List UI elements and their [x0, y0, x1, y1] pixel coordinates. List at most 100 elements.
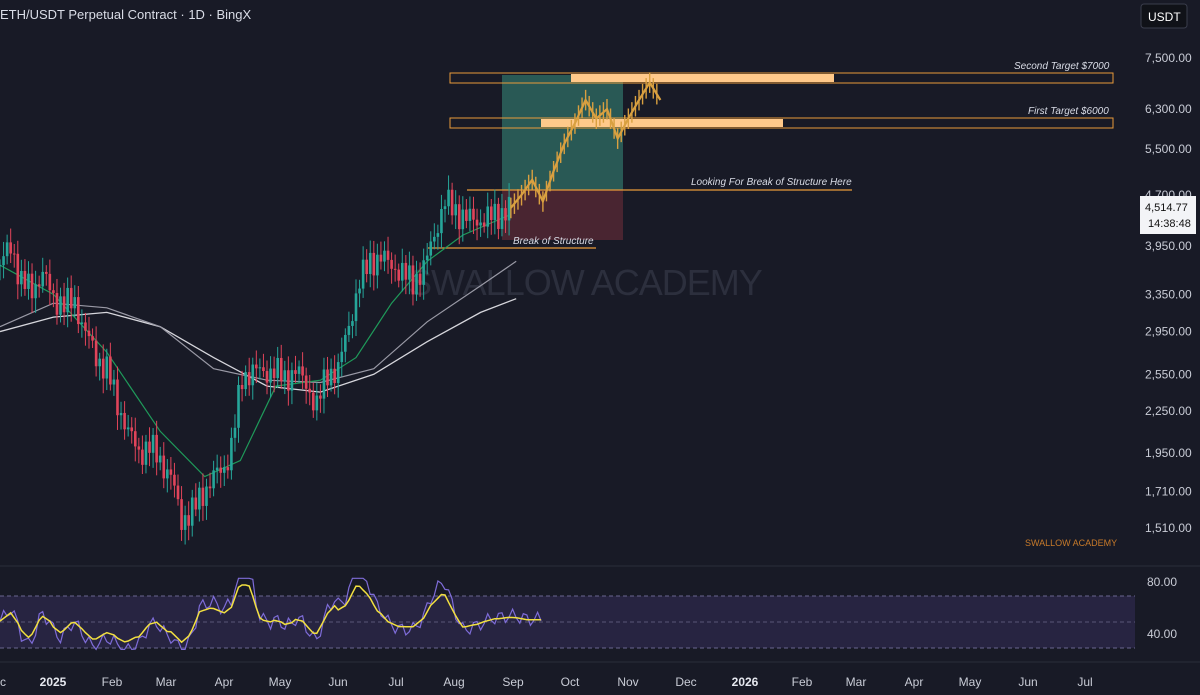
candle-body	[141, 449, 144, 465]
candle-body	[251, 364, 255, 386]
price-tick-label: 3,350.00	[1145, 287, 1192, 301]
candle-body	[422, 260, 425, 285]
time-tick-label: Oct	[561, 675, 580, 689]
candle-body	[247, 372, 251, 386]
candle-body	[133, 431, 137, 447]
candle-body	[326, 369, 329, 386]
candle-body	[500, 208, 504, 229]
candle-body	[504, 208, 507, 221]
candle-body	[240, 384, 244, 390]
candle-body	[169, 469, 173, 475]
time-tick-label: Jun	[1018, 675, 1037, 689]
candle-body	[30, 273, 34, 299]
candle-body	[457, 204, 461, 230]
candle-body	[365, 259, 368, 275]
time-tick-label: Jul	[388, 675, 403, 689]
candle-body	[297, 366, 301, 374]
candle-body	[34, 284, 37, 299]
candle-body	[9, 242, 12, 254]
candle-body	[308, 388, 312, 393]
candle-body	[383, 250, 386, 262]
candle-body	[479, 222, 482, 226]
price-tick-label: 2,250.00	[1145, 404, 1192, 418]
candle-body	[27, 273, 30, 289]
candle-body	[404, 262, 408, 280]
candle-body	[84, 322, 87, 331]
candle-body	[486, 206, 490, 227]
candle-body	[443, 206, 447, 210]
candle-body	[208, 486, 212, 489]
candle-body	[151, 434, 155, 453]
candle-body	[190, 497, 194, 526]
candle-body	[315, 395, 319, 411]
candle-body	[386, 250, 390, 260]
time-tick-label: Jul	[1077, 675, 1092, 689]
candle-body	[119, 412, 123, 416]
candle-body	[347, 325, 351, 335]
candle-body	[450, 189, 454, 216]
candle-body	[433, 236, 436, 242]
candle-body	[180, 499, 183, 530]
candle-body	[41, 271, 45, 287]
candle-body	[468, 208, 472, 221]
candle-body	[20, 270, 23, 285]
candle-body	[2, 256, 5, 266]
candle-body	[465, 209, 468, 221]
candle-body	[262, 367, 265, 372]
rsi-label-40: 40.00	[1147, 627, 1177, 641]
time-tick-label: Jun	[328, 675, 347, 689]
candle-body	[322, 369, 326, 399]
candle-body	[173, 474, 176, 486]
candle-body	[376, 254, 379, 276]
candle-body	[166, 469, 169, 479]
time-tick-label: May	[959, 675, 982, 689]
candle-body	[0, 265, 2, 267]
time-tick-label: Feb	[102, 675, 123, 689]
candle-body	[472, 208, 475, 220]
candle-body	[201, 487, 205, 506]
price-tick-label: 2,550.00	[1145, 367, 1192, 381]
candle-body	[429, 241, 433, 256]
candle-body	[393, 268, 397, 270]
candle-body	[48, 273, 52, 291]
time-tick-label: Feb	[792, 675, 813, 689]
candle-body	[344, 334, 347, 352]
candle-body	[162, 455, 166, 479]
bos-label: Break of Structure	[513, 236, 594, 247]
time-tick-label: Apr	[215, 675, 234, 689]
candle-body	[215, 467, 219, 471]
candle-body	[415, 273, 418, 295]
candle-body	[269, 368, 272, 383]
time-tick-label: 2025	[40, 675, 67, 689]
candle-body	[294, 370, 297, 374]
candle-body	[283, 370, 287, 382]
candle-body	[454, 204, 457, 216]
price-tick-label: 1,710.00	[1145, 485, 1192, 499]
candle-body	[194, 497, 198, 510]
candle-body	[265, 371, 269, 383]
candle-body	[319, 395, 322, 399]
watermark: SWALLOW ACADEMY	[408, 262, 763, 303]
candle-body	[98, 358, 101, 367]
candle-body	[351, 321, 354, 326]
candle-body	[187, 515, 190, 526]
chart-window: SWALLOW ACADEMY SWALLOW ACADEMY Second T…	[0, 0, 1200, 695]
candle-body	[123, 412, 126, 430]
candle-body	[276, 357, 279, 379]
time-tick-label: Mar	[156, 675, 177, 689]
candle-body	[130, 427, 134, 432]
current-price-value: 4,514.77	[1145, 202, 1188, 214]
bos-here-label: Looking For Break of Structure Here	[691, 177, 852, 188]
currency-badge-label: USDT	[1148, 10, 1181, 24]
candle-body	[461, 209, 465, 230]
price-tick-label: 5,500.00	[1145, 142, 1192, 156]
candle-body	[226, 467, 230, 471]
candle-body	[126, 427, 130, 430]
candle-body	[52, 290, 55, 294]
time-tick-label: Dec	[675, 675, 696, 689]
candle-body	[112, 379, 116, 385]
time-tick-label: Mar	[846, 675, 867, 689]
second-target-band	[571, 74, 834, 82]
price-chart[interactable]: SWALLOW ACADEMY SWALLOW ACADEMY Second T…	[0, 0, 1200, 695]
candle-body	[222, 467, 226, 473]
